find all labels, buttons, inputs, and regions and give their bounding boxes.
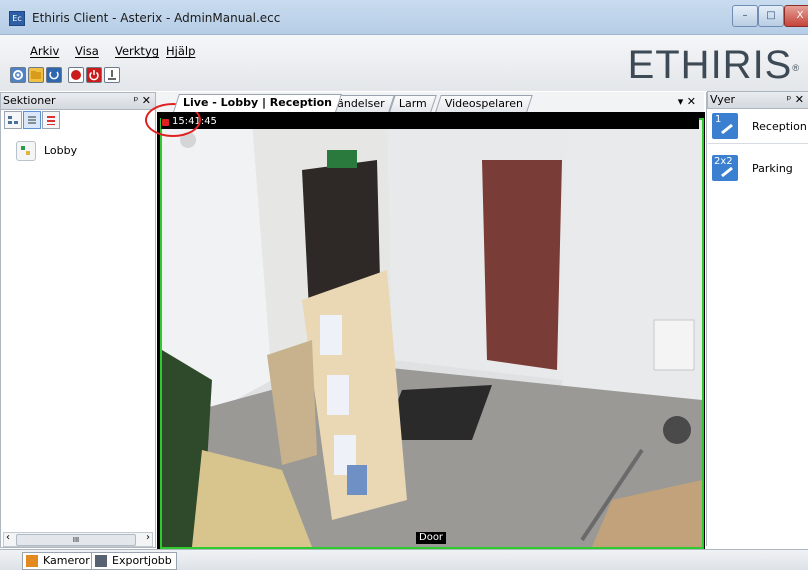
alarm-list-icon[interactable]: [42, 111, 60, 129]
edit-icon: [721, 123, 733, 135]
horizontal-scrollbar[interactable]: ‹ III ›: [3, 532, 153, 547]
view-item-parking[interactable]: 2x2 Parking: [708, 151, 808, 185]
bottom-tab-exportjobb[interactable]: Exportjobb: [91, 552, 177, 570]
refresh-icon[interactable]: [46, 67, 62, 83]
video-view[interactable]: 15:41:45 Door: [145, 103, 705, 549]
menu-verktyg[interactable]: Verktyg: [115, 44, 159, 58]
view-item-reception[interactable]: 1 Reception: [708, 109, 808, 144]
minimize-button[interactable]: –: [732, 5, 758, 27]
scroll-right-icon[interactable]: ›: [146, 532, 150, 543]
menu-arkiv[interactable]: Arkiv: [30, 44, 59, 58]
title-bar: Ec Ethiris Client - Asterix - AdminManua…: [0, 0, 808, 35]
tab-controls[interactable]: ▾ ✕: [678, 95, 696, 108]
camera-icon: [26, 555, 38, 567]
camera-frame[interactable]: [160, 118, 704, 549]
tab-videospelaren[interactable]: Videospelaren: [435, 95, 533, 112]
views-panel-title: Vyer: [710, 93, 736, 106]
scroll-left-icon[interactable]: ‹: [6, 532, 10, 543]
section-icon: [16, 141, 36, 161]
views-panel-header: Vyer ᵖ ✕: [707, 91, 808, 109]
window-title: Ethiris Client - Asterix - AdminManual.e…: [32, 11, 281, 25]
tree-view-icon[interactable]: [4, 111, 22, 129]
view-label: Reception: [752, 120, 807, 133]
section-label: Lobby: [44, 144, 78, 157]
timestamp-bar: 15:41:45: [161, 116, 699, 129]
menu-visa[interactable]: Visa: [75, 44, 99, 58]
status-bar: Kameror Exportjobb: [0, 549, 808, 570]
sections-panel-title: Sektioner: [3, 94, 56, 107]
bottom-tab-kameror[interactable]: Kameror: [22, 552, 95, 570]
folder-icon[interactable]: [28, 67, 44, 83]
menu-hjalp[interactable]: Hjälp: [166, 44, 195, 58]
power-icon[interactable]: [86, 67, 102, 83]
menu-bar: Arkiv Visa Verktyg Hjälp ETHIRIS®: [0, 35, 808, 91]
sections-panel: Sektioner ᵖ ✕ Lobby ‹ III ›: [0, 92, 156, 548]
settings-icon[interactable]: [10, 67, 26, 83]
tab-live-lobby-reception[interactable]: Live - Lobby | Reception: [173, 94, 342, 112]
app-icon: Ec: [9, 11, 25, 26]
export-icon[interactable]: [104, 67, 120, 83]
camera-image: [162, 120, 702, 547]
tab-bar: Live - Lobby | Reception Händelser Larm …: [156, 92, 704, 112]
ethiris-logo: ETHIRIS®: [627, 43, 800, 87]
views-panel-controls[interactable]: ᵖ ✕: [787, 92, 804, 108]
scroll-thumb[interactable]: III: [16, 534, 136, 546]
record-icon[interactable]: [68, 67, 84, 83]
maximize-button[interactable]: □: [758, 5, 784, 27]
tab-larm[interactable]: Larm: [389, 95, 437, 112]
camera-label: Door: [416, 532, 447, 544]
views-panel: Vyer ᵖ ✕ 1 Reception 2x2 Parking: [706, 91, 808, 546]
export-job-icon: [95, 555, 107, 567]
list-view-icon[interactable]: [23, 111, 41, 129]
view-label: Parking: [752, 162, 793, 175]
close-button[interactable]: X: [784, 5, 808, 27]
edit-icon: [721, 166, 733, 178]
view-badge: 1: [712, 113, 738, 139]
view-badge: 2x2: [712, 155, 738, 181]
sections-panel-header: Sektioner ᵖ ✕: [0, 92, 156, 110]
sections-panel-controls[interactable]: ᵖ ✕: [134, 93, 151, 109]
